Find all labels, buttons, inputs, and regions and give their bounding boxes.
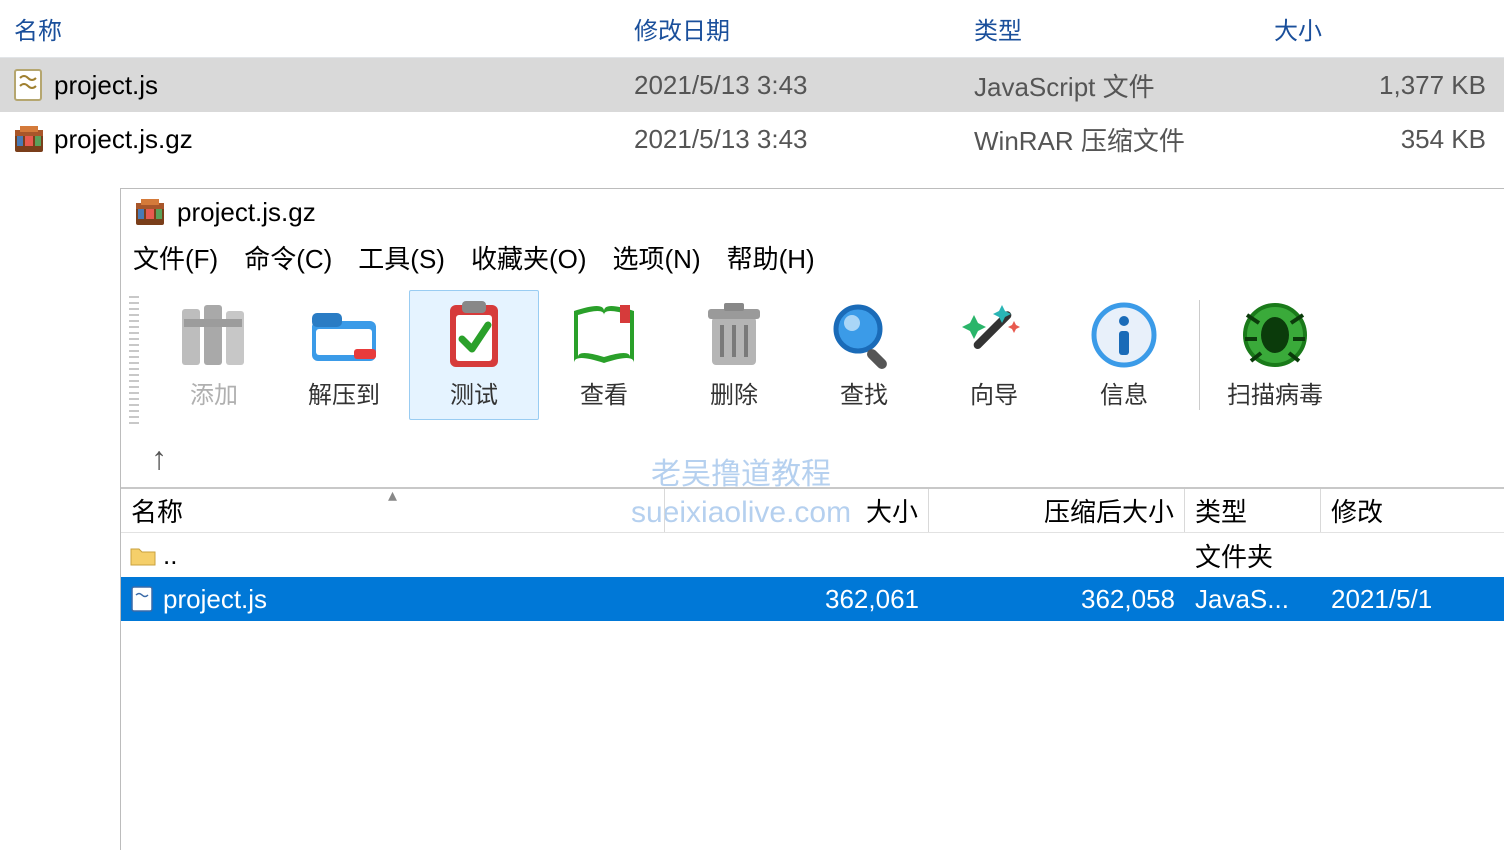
winrar-app-icon	[133, 195, 167, 229]
row-modified: 2021/5/1	[1321, 584, 1504, 615]
toolbar-add-button[interactable]: 添加	[149, 290, 279, 420]
folder-open-icon	[304, 295, 384, 375]
winrar-row-file[interactable]: project.js 362,061 362,058 JavaS... 2021…	[121, 577, 1504, 621]
row-type: JavaS...	[1185, 584, 1321, 615]
toolbar-separator	[1199, 300, 1200, 410]
explorer-col-size[interactable]: 大小	[1274, 11, 1504, 46]
toolbar-view-button[interactable]: 查看	[539, 290, 669, 420]
winrar-toolbar: 添加 解压到 测试 查看 删除	[121, 286, 1504, 432]
toolbar-find-button[interactable]: 查找	[799, 290, 929, 420]
row-name: ..	[163, 540, 177, 571]
trash-icon	[694, 295, 774, 375]
col-size[interactable]: 大小	[665, 489, 929, 532]
toolbar-info-button[interactable]: 信息	[1059, 290, 1189, 420]
winrar-window: project.js.gz 文件(F) 命令(C) 工具(S) 收藏夹(O) 选…	[120, 188, 1504, 850]
col-modified[interactable]: 修改	[1321, 489, 1504, 532]
nav-up-button[interactable]: ↑	[121, 432, 1504, 487]
menu-options[interactable]: 选项(N)	[613, 239, 701, 276]
magnifier-icon	[824, 295, 904, 375]
menu-help[interactable]: 帮助(H)	[727, 239, 815, 276]
archive-file-icon	[12, 122, 46, 156]
toolbar-extract-button[interactable]: 解压到	[279, 290, 409, 420]
file-size: 354 KB	[1242, 124, 1504, 155]
toolbar-delete-button[interactable]: 删除	[669, 290, 799, 420]
clipboard-check-icon	[434, 295, 514, 375]
explorer-col-name[interactable]: 名称	[14, 11, 634, 46]
file-date: 2021/5/13 3:43	[634, 70, 974, 101]
toolbar-label: 删除	[710, 375, 758, 410]
toolbar-label: 查找	[840, 375, 888, 410]
toolbar-label: 信息	[1100, 375, 1148, 410]
toolbar-grip[interactable]	[129, 294, 139, 424]
toolbar-label: 扫描病毒	[1227, 375, 1323, 410]
row-type: 文件夹	[1185, 537, 1321, 574]
row-name: project.js	[163, 584, 267, 615]
toolbar-wizard-button[interactable]: 向导	[929, 290, 1059, 420]
explorer-row[interactable]: project.js 2021/5/13 3:43 JavaScript 文件 …	[0, 58, 1504, 112]
file-type: WinRAR 压缩文件	[974, 121, 1242, 158]
explorer-col-date[interactable]: 修改日期	[634, 11, 974, 46]
row-size: 362,061	[665, 584, 929, 615]
menu-tools[interactable]: 工具(S)	[358, 239, 445, 276]
toolbar-label: 测试	[450, 375, 498, 410]
toolbar-test-button[interactable]: 测试	[409, 290, 539, 420]
col-name[interactable]: ▴ 名称	[121, 489, 665, 532]
file-name: project.js	[54, 70, 158, 101]
js-file-icon	[12, 68, 46, 102]
toolbar-scan-button[interactable]: 扫描病毒	[1210, 290, 1340, 420]
open-book-icon	[564, 295, 644, 375]
menu-command[interactable]: 命令(C)	[244, 239, 332, 276]
winrar-titlebar[interactable]: project.js.gz	[121, 189, 1504, 239]
winrar-menubar[interactable]: 文件(F) 命令(C) 工具(S) 收藏夹(O) 选项(N) 帮助(H)	[121, 239, 1504, 286]
winrar-column-header[interactable]: ▴ 名称 大小 压缩后大小 类型 修改	[121, 487, 1504, 533]
file-name: project.js.gz	[54, 124, 193, 155]
col-type[interactable]: 类型	[1185, 489, 1321, 532]
toolbar-label: 解压到	[308, 375, 380, 410]
winrar-title-text: project.js.gz	[177, 197, 316, 228]
js-file-icon	[129, 585, 157, 613]
info-icon	[1084, 295, 1164, 375]
magic-wand-icon	[954, 295, 1034, 375]
toolbar-label: 查看	[580, 375, 628, 410]
explorer-row[interactable]: project.js.gz 2021/5/13 3:43 WinRAR 压缩文件…	[0, 112, 1504, 166]
toolbar-label: 向导	[970, 375, 1018, 410]
explorer-column-header[interactable]: 名称 修改日期 类型 大小	[0, 0, 1504, 58]
file-type: JavaScript 文件	[974, 67, 1242, 104]
folder-icon	[129, 541, 157, 569]
menu-favorites[interactable]: 收藏夹(O)	[471, 239, 587, 276]
winrar-row-parent[interactable]: .. 文件夹	[121, 533, 1504, 577]
row-csize: 362,058	[929, 584, 1185, 615]
menu-file[interactable]: 文件(F)	[133, 239, 218, 276]
file-size: 1,377 KB	[1242, 70, 1504, 101]
toolbar-label: 添加	[190, 375, 238, 410]
explorer-col-type[interactable]: 类型	[974, 11, 1274, 46]
col-compressed-size[interactable]: 压缩后大小	[929, 489, 1185, 532]
sort-indicator-icon: ▴	[388, 485, 397, 506]
file-date: 2021/5/13 3:43	[634, 124, 974, 155]
books-stack-icon	[174, 295, 254, 375]
virus-scan-icon	[1235, 295, 1315, 375]
